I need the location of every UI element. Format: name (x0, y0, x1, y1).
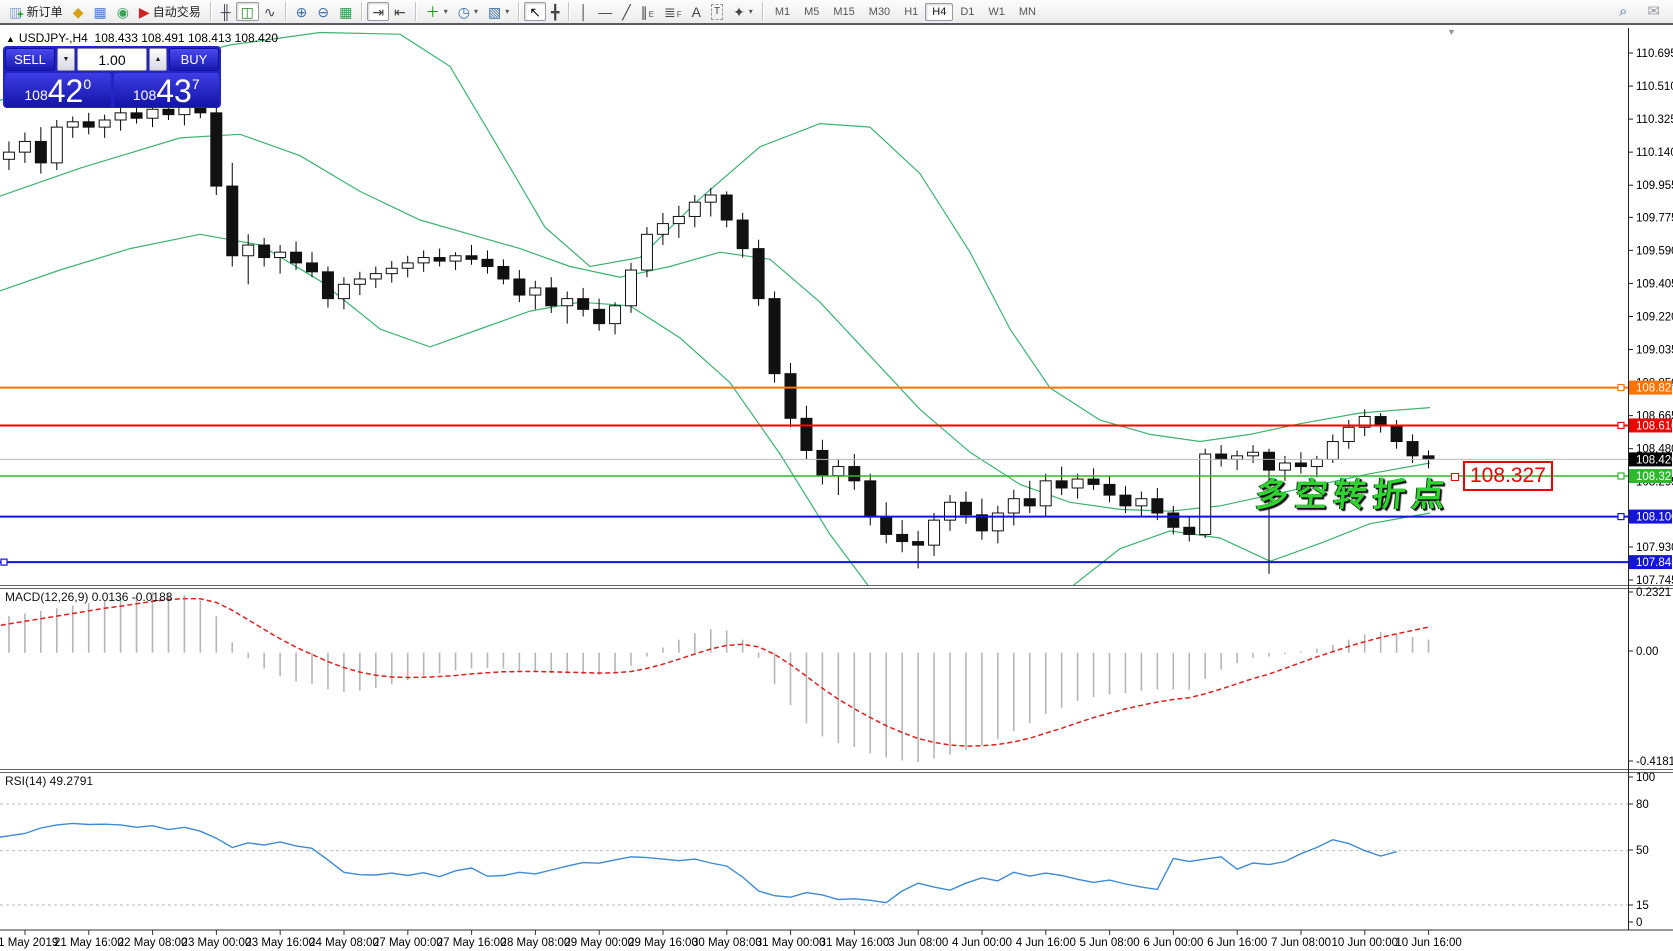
svg-text:31 May 16:00: 31 May 16:00 (820, 937, 890, 949)
line-handle (1618, 514, 1624, 520)
macd-header: MACD(12,26,9) 0.0136 -0.0188 (5, 590, 172, 604)
svg-text:109.775: 109.775 (1636, 212, 1673, 224)
buy-button[interactable]: BUY (169, 48, 219, 71)
ohlc-values: 108.433 108.491 108.413 108.420 (95, 31, 279, 45)
svg-text:109.405: 109.405 (1636, 278, 1673, 290)
line-handle (1618, 473, 1624, 479)
buy-price-big: 43 (156, 76, 192, 106)
svg-text:108.100: 108.100 (1636, 512, 1673, 524)
sell-button[interactable]: SELL (5, 48, 55, 71)
svg-text:23 May 00:00: 23 May 00:00 (182, 937, 252, 949)
svg-text:15: 15 (1636, 900, 1649, 912)
svg-text:110.325: 110.325 (1636, 114, 1673, 126)
line-handle (1, 559, 7, 565)
price-axis: 110.695 110.510 110.325 110.140 109.955 109.7… (1628, 48, 1673, 929)
svg-text:108.420: 108.420 (1636, 454, 1673, 466)
svg-text:21 May 16:00: 21 May 16:00 (54, 937, 124, 949)
chart-shift-marker-icon[interactable]: ▼ (1447, 27, 1456, 37)
sell-price-display[interactable]: 108420 (5, 73, 111, 107)
svg-text:28 May 08:00: 28 May 08:00 (501, 937, 571, 949)
volume-decrease-button[interactable]: ▼ (57, 48, 75, 71)
svg-text:31 May 00:00: 31 May 00:00 (756, 937, 826, 949)
svg-text:29 May 16:00: 29 May 16:00 (628, 937, 698, 949)
svg-text:4 Jun 00:00: 4 Jun 00:00 (952, 937, 1012, 949)
svg-text:6 Jun 16:00: 6 Jun 16:00 (1207, 937, 1267, 949)
svg-text:109.035: 109.035 (1636, 345, 1673, 357)
svg-text:108.327: 108.327 (1636, 471, 1673, 483)
svg-text:0.2321: 0.2321 (1636, 587, 1671, 599)
sell-price-big: 42 (48, 76, 84, 106)
svg-text:80: 80 (1636, 799, 1649, 811)
svg-text:4 Jun 16:00: 4 Jun 16:00 (1016, 937, 1076, 949)
buy-price-prefix: 108 (133, 87, 156, 103)
svg-text:24 May 08:00: 24 May 08:00 (309, 937, 379, 949)
svg-text:27 May 16:00: 27 May 16:00 (437, 937, 507, 949)
svg-text:0.00: 0.00 (1636, 646, 1658, 658)
svg-text:10 Jun 16:00: 10 Jun 16:00 (1395, 937, 1462, 949)
svg-text:110.510: 110.510 (1636, 81, 1673, 93)
svg-text:7 Jun 08:00: 7 Jun 08:00 (1271, 937, 1331, 949)
sell-price-prefix: 108 (24, 87, 47, 103)
svg-text:29 May 00:00: 29 May 00:00 (564, 937, 634, 949)
svg-text:108.610: 108.610 (1636, 420, 1673, 432)
svg-text:108.822: 108.822 (1636, 383, 1673, 395)
svg-text:5 Jun 08:00: 5 Jun 08:00 (1080, 937, 1140, 949)
svg-text:50: 50 (1636, 845, 1649, 857)
symbol-period-label: USDJPY-,H4 (19, 31, 88, 45)
svg-text:-0.4181: -0.4181 (1636, 756, 1673, 768)
callout-drag-handle[interactable] (1451, 473, 1459, 481)
sell-price-sup: 0 (83, 76, 91, 92)
svg-text:100: 100 (1636, 772, 1655, 784)
volume-increase-button[interactable]: ▲ (149, 48, 167, 71)
time-axis: 21 May 201921 May 16:0022 May 08:0023 Ma… (0, 930, 1462, 949)
buy-price-display[interactable]: 108437 (114, 73, 220, 107)
svg-text:6 Jun 00:00: 6 Jun 00:00 (1143, 937, 1203, 949)
svg-text:10 Jun 00:00: 10 Jun 00:00 (1332, 937, 1399, 949)
macd-panel (0, 592, 1429, 762)
chart-title: ▲ USDJPY-,H4 108.433 108.491 108.413 108.… (6, 31, 278, 45)
buy-price-sup: 7 (192, 76, 200, 92)
rsi-header: RSI(14) 49.2791 (5, 774, 93, 788)
mt4-window: ▥+新订单◆▦◉▶自动交易╫◫∿⊕⊖▦⇥⇤＋▾◷▾▧▾↖╋│—╱∥E≣FAT✦▾… (0, 0, 1673, 951)
volume-input[interactable] (77, 48, 147, 71)
svg-text:110.140: 110.140 (1636, 147, 1673, 159)
svg-text:23 May 16:00: 23 May 16:00 (245, 937, 315, 949)
one-click-trading-panel: SELL ▼ ▲ BUY 108420 108437 (3, 46, 221, 108)
svg-text:107.845: 107.845 (1636, 557, 1673, 569)
svg-text:27 May 00:00: 27 May 00:00 (373, 937, 443, 949)
svg-text:110.695: 110.695 (1636, 48, 1673, 60)
main-chart-panel (0, 33, 1628, 646)
rsi-panel (0, 804, 1628, 905)
svg-text:109.590: 109.590 (1636, 245, 1673, 257)
svg-text:3 Jun 08:00: 3 Jun 08:00 (888, 937, 948, 949)
svg-text:0: 0 (1636, 917, 1642, 929)
price-label-callout[interactable]: 108.327 (1463, 461, 1553, 491)
svg-text:107.930: 107.930 (1636, 542, 1673, 554)
svg-text:109.955: 109.955 (1636, 180, 1673, 192)
svg-text:107.745: 107.745 (1636, 575, 1673, 587)
line-handle (1618, 385, 1624, 391)
svg-text:22 May 08:00: 22 May 08:00 (118, 937, 188, 949)
svg-text:30 May 08:00: 30 May 08:00 (692, 937, 762, 949)
chart-text-annotation[interactable]: 多空转折点 (1254, 468, 1453, 516)
svg-text:21 May 2019: 21 May 2019 (0, 937, 58, 949)
line-handle (1618, 422, 1624, 428)
candlestick-series (0, 97, 1434, 574)
svg-text:109.220: 109.220 (1636, 311, 1673, 323)
one-click-collapse-icon[interactable]: ▲ (6, 34, 15, 44)
